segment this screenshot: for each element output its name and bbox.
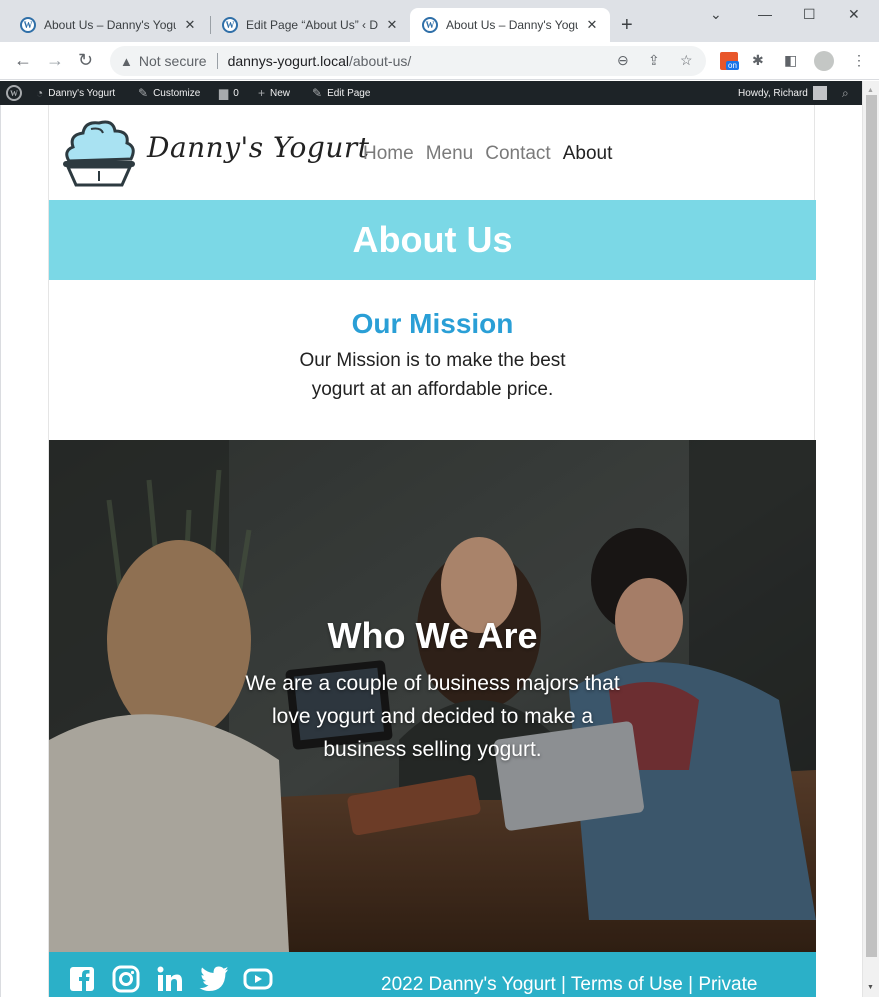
admin-comments[interactable]: ▆ 0 (219, 81, 239, 105)
who-we-are-section: Who We Are We are a couple of business m… (49, 440, 816, 952)
extension-on-icon[interactable]: on (720, 52, 739, 70)
admin-account[interactable]: Howdy, Richard (738, 81, 827, 105)
plus-icon: + (258, 86, 266, 100)
admin-new[interactable]: + New (258, 81, 290, 105)
page-scrollbar[interactable]: ▲ ▼ (862, 81, 879, 997)
search-icon: ⌕ (842, 85, 849, 100)
nav-contact[interactable]: Contact (485, 143, 550, 165)
profile-avatar[interactable] (814, 51, 834, 71)
more-menu-icon[interactable]: ⋮ (852, 52, 866, 69)
browser-toolbar: ← → ↻ ▲ Not secure dannys-yogurt.local /… (0, 42, 879, 80)
instagram-icon[interactable] (111, 964, 141, 994)
url-host: dannys-yogurt.local (227, 53, 349, 69)
youtube-icon[interactable] (243, 964, 273, 994)
tab-title: Edit Page “About Us” ‹ Danny's Yogurt (246, 18, 378, 32)
main-nav: Home Menu Contact About (363, 143, 612, 165)
page-title-banner: About Us (49, 200, 816, 280)
footer-text[interactable]: 2022 Danny's Yogurt | Terms of Use | Pri… (381, 974, 757, 996)
admin-search[interactable]: ⌕ (842, 81, 854, 105)
browser-tab-active[interactable]: W About Us – Danny's Yogurt ✕ (410, 8, 610, 42)
site-container: Danny's Yogurt Home Menu Contact About A… (48, 105, 816, 997)
maximize-icon[interactable]: ☐ (803, 6, 816, 23)
wordpress-favicon-icon: W (20, 17, 36, 33)
url-path: /about-us/ (348, 53, 412, 69)
close-window-icon[interactable]: ✕ (848, 6, 860, 23)
comment-icon: ▆ (219, 86, 229, 100)
admin-edit-page[interactable]: ✎ Edit Page (312, 81, 370, 105)
site-header: Danny's Yogurt Home Menu Contact About (49, 105, 816, 200)
linkedin-icon[interactable] (155, 964, 185, 994)
browser-tab[interactable]: W About Us – Danny's Yogurt ✕ (8, 8, 208, 42)
browser-tab[interactable]: W Edit Page “About Us” ‹ Danny's Yogurt … (210, 8, 410, 42)
brush-icon: ✎ (138, 86, 149, 100)
close-tab-icon[interactable]: ✕ (384, 17, 400, 33)
admin-greeting: Howdy, Richard (738, 87, 808, 99)
who-we-are-heading: Who We Are (327, 615, 538, 656)
mission-section: Our Mission Our Mission is to make the b… (49, 280, 816, 440)
forward-icon[interactable]: → (46, 50, 64, 71)
wordpress-favicon-icon: W (222, 17, 238, 33)
admin-edit-page-label: Edit Page (327, 87, 371, 99)
bookmark-star-icon[interactable]: ☆ (680, 52, 693, 69)
social-links (67, 964, 273, 994)
side-panel-icon[interactable]: ◧ (784, 52, 797, 69)
scrollbar-thumb[interactable] (866, 95, 877, 957)
who-we-are-text-block: Who We Are We are a couple of business m… (49, 615, 816, 766)
admin-site-name-label: Danny's Yogurt (48, 87, 116, 99)
twitter-icon[interactable] (199, 964, 229, 994)
url-separator (216, 53, 218, 69)
mission-heading: Our Mission (351, 308, 514, 339)
nav-menu[interactable]: Menu (426, 143, 474, 165)
tab-search-icon[interactable]: ⌄ (710, 6, 722, 23)
admin-customize[interactable]: ✎ Customize (138, 81, 200, 105)
scroll-up-icon[interactable]: ▲ (867, 87, 874, 94)
extensions-puzzle-icon[interactable]: ✱ (752, 52, 764, 69)
close-tab-icon[interactable]: ✕ (584, 17, 600, 33)
share-icon[interactable]: ⇪ (648, 52, 660, 69)
zoom-icon[interactable]: ⊖ (617, 52, 629, 69)
security-label[interactable]: Not secure (139, 53, 207, 69)
yogurt-logo-icon[interactable] (61, 117, 137, 189)
back-icon[interactable]: ← (14, 50, 32, 71)
wp-admin-bar: W ◔ Danny's Yogurt ✎ Customize ▆ 0 + New… (0, 81, 862, 105)
site-title[interactable]: Danny's Yogurt (147, 131, 370, 164)
admin-avatar (812, 86, 827, 100)
reload-icon[interactable]: ↻ (78, 50, 93, 71)
facebook-icon[interactable] (67, 964, 97, 994)
page-title: About Us (352, 219, 513, 260)
browser-tab-bar: W About Us – Danny's Yogurt ✕ W Edit Pag… (0, 0, 879, 42)
mission-text: Our Mission is to make the best yogurt a… (299, 350, 566, 400)
tab-title: About Us – Danny's Yogurt (44, 18, 176, 32)
new-tab-button[interactable]: + (621, 14, 633, 37)
warning-icon: ▲ (120, 53, 133, 69)
admin-comments-count: 0 (233, 87, 239, 99)
who-we-are-text: We are a couple of business majors that … (245, 672, 620, 761)
site-footer: 2022 Danny's Yogurt | Terms of Use | Pri… (49, 952, 816, 997)
tab-title: About Us – Danny's Yogurt (446, 18, 578, 32)
nav-about[interactable]: About (563, 143, 613, 165)
page-viewport: Danny's Yogurt Home Menu Contact About A… (0, 105, 862, 997)
pencil-icon: ✎ (312, 86, 323, 100)
wp-logo-menu[interactable]: W (6, 81, 22, 105)
admin-new-label: New (270, 87, 291, 99)
admin-customize-label: Customize (153, 87, 201, 99)
wordpress-logo-icon: W (6, 85, 22, 101)
minimize-icon[interactable]: — (758, 6, 772, 22)
nav-home[interactable]: Home (363, 143, 414, 165)
wordpress-favicon-icon: W (422, 17, 438, 33)
scroll-down-icon[interactable]: ▼ (867, 984, 874, 991)
admin-site-name[interactable]: ◔ Danny's Yogurt (36, 81, 115, 105)
dashboard-icon: ◔ (36, 86, 44, 100)
close-tab-icon[interactable]: ✕ (182, 17, 198, 33)
